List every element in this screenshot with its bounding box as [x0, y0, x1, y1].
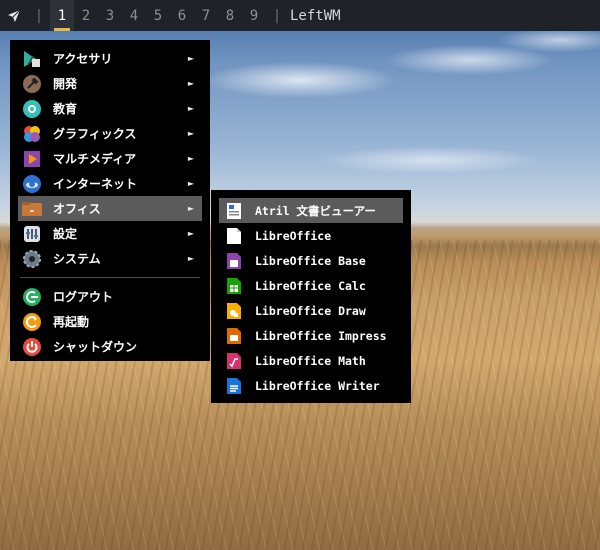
- menu-item-logout[interactable]: ログアウト: [18, 284, 202, 309]
- workspace-2[interactable]: 2: [74, 0, 98, 31]
- libreoffice-writer-icon: [225, 376, 243, 396]
- menu-separator: [20, 277, 200, 278]
- application-menu: アクセサリ ► 開発 ► 教育 ► グラフィックス ► マルチメディア ► インターネット ► オフィス…: [10, 40, 210, 361]
- workspace-3[interactable]: 3: [98, 0, 122, 31]
- menu-item-settings[interactable]: 設定 ►: [18, 221, 202, 246]
- menu-item-label: 教育: [53, 102, 78, 116]
- menu-item-label: シャットダウン: [53, 340, 138, 354]
- libreoffice-icon: [225, 226, 243, 246]
- internet-icon: [22, 174, 42, 194]
- menu-item-libreoffice-calc[interactable]: LibreOffice Calc: [219, 273, 403, 298]
- menu-item-internet[interactable]: インターネット ►: [18, 171, 202, 196]
- menu-item-power[interactable]: シャットダウン: [18, 334, 202, 359]
- menu-item-label: 開発: [53, 77, 78, 91]
- graphics-icon: [22, 124, 42, 144]
- workspace-list: 123456789: [50, 0, 266, 31]
- menu-item-label: 設定: [53, 227, 78, 241]
- submenu-arrow-icon: ►: [187, 204, 194, 213]
- menu-item-label: LibreOffice Draw: [255, 303, 366, 318]
- workspace-4[interactable]: 4: [122, 0, 146, 31]
- power-icon: [22, 337, 42, 357]
- logout-icon: [22, 287, 42, 307]
- multimedia-icon: [22, 149, 42, 169]
- workspace-5[interactable]: 5: [146, 0, 170, 31]
- panel-separator: |: [272, 7, 282, 24]
- menu-item-label: グラフィックス: [53, 127, 137, 141]
- submenu-arrow-icon: ►: [187, 254, 194, 263]
- menu-item-label: LibreOffice Math: [255, 353, 366, 368]
- office-submenu: Atril 文書ビューアー LibreOffice LibreOffice Base…: [211, 190, 411, 403]
- education-icon: [22, 99, 42, 119]
- workspace-9[interactable]: 9: [242, 0, 266, 31]
- hammer-icon: [22, 74, 42, 94]
- settings-icon: [22, 224, 42, 244]
- libreoffice-draw-icon: [225, 301, 243, 321]
- menu-item-label: LibreOffice Writer: [255, 378, 380, 393]
- menu-item-label: LibreOffice Base: [255, 253, 366, 268]
- system-gear-icon: [22, 249, 42, 269]
- panel-separator: |: [34, 7, 44, 24]
- menu-item-label: LibreOffice Calc: [255, 278, 366, 293]
- libreoffice-calc-icon: [225, 276, 243, 296]
- menu-item-multimedia[interactable]: マルチメディア ►: [18, 146, 202, 171]
- menu-item-libreoffice-math[interactable]: LibreOffice Math: [219, 348, 403, 373]
- submenu-arrow-icon: ►: [187, 104, 194, 113]
- paper-plane-icon[interactable]: [0, 0, 28, 31]
- menu-item-system-gear[interactable]: システム ►: [18, 246, 202, 271]
- menu-item-label: 再起動: [53, 315, 90, 329]
- menu-item-label: LibreOffice Impress: [255, 328, 387, 343]
- office-icon: [22, 199, 42, 219]
- document-viewer-icon: [225, 201, 243, 221]
- menu-item-libreoffice-base[interactable]: LibreOffice Base: [219, 248, 403, 273]
- workspace-6[interactable]: 6: [170, 0, 194, 31]
- menu-item-education[interactable]: 教育 ►: [18, 96, 202, 121]
- accessories-icon: [22, 49, 42, 69]
- workspace-8[interactable]: 8: [218, 0, 242, 31]
- workspace-7[interactable]: 7: [194, 0, 218, 31]
- menu-item-label: ログアウト: [53, 290, 114, 304]
- menu-item-office[interactable]: オフィス ►: [18, 196, 202, 221]
- submenu-arrow-icon: ►: [187, 54, 194, 63]
- menu-item-document-viewer[interactable]: Atril 文書ビューアー: [219, 198, 403, 223]
- submenu-arrow-icon: ►: [187, 129, 194, 138]
- top-panel: | 123456789 | LeftWM: [0, 0, 600, 31]
- menu-item-restart[interactable]: 再起動: [18, 309, 202, 334]
- menu-item-hammer[interactable]: 開発 ►: [18, 71, 202, 96]
- menu-item-label: Atril 文書ビューアー: [255, 203, 376, 218]
- submenu-arrow-icon: ►: [187, 154, 194, 163]
- submenu-arrow-icon: ►: [187, 79, 194, 88]
- menu-item-label: アクセサリ: [53, 52, 113, 66]
- menu-item-accessories[interactable]: アクセサリ ►: [18, 46, 202, 71]
- window-manager-name: LeftWM: [290, 7, 341, 24]
- submenu-arrow-icon: ►: [187, 179, 194, 188]
- menu-item-label: オフィス: [53, 202, 101, 216]
- menu-item-graphics[interactable]: グラフィックス ►: [18, 121, 202, 146]
- menu-item-libreoffice-impress[interactable]: LibreOffice Impress: [219, 323, 403, 348]
- menu-item-label: マルチメディア: [53, 152, 137, 166]
- workspace-1[interactable]: 1: [50, 0, 74, 31]
- menu-item-libreoffice-writer[interactable]: LibreOffice Writer: [219, 373, 403, 398]
- restart-icon: [22, 312, 42, 332]
- menu-item-label: システム: [53, 252, 101, 266]
- menu-item-label: インターネット: [53, 177, 138, 191]
- libreoffice-math-icon: [225, 351, 243, 371]
- libreoffice-impress-icon: [225, 326, 243, 346]
- menu-item-libreoffice[interactable]: LibreOffice: [219, 223, 403, 248]
- menu-item-libreoffice-draw[interactable]: LibreOffice Draw: [219, 298, 403, 323]
- libreoffice-base-icon: [225, 251, 243, 271]
- submenu-arrow-icon: ►: [187, 229, 194, 238]
- menu-item-label: LibreOffice: [255, 228, 332, 243]
